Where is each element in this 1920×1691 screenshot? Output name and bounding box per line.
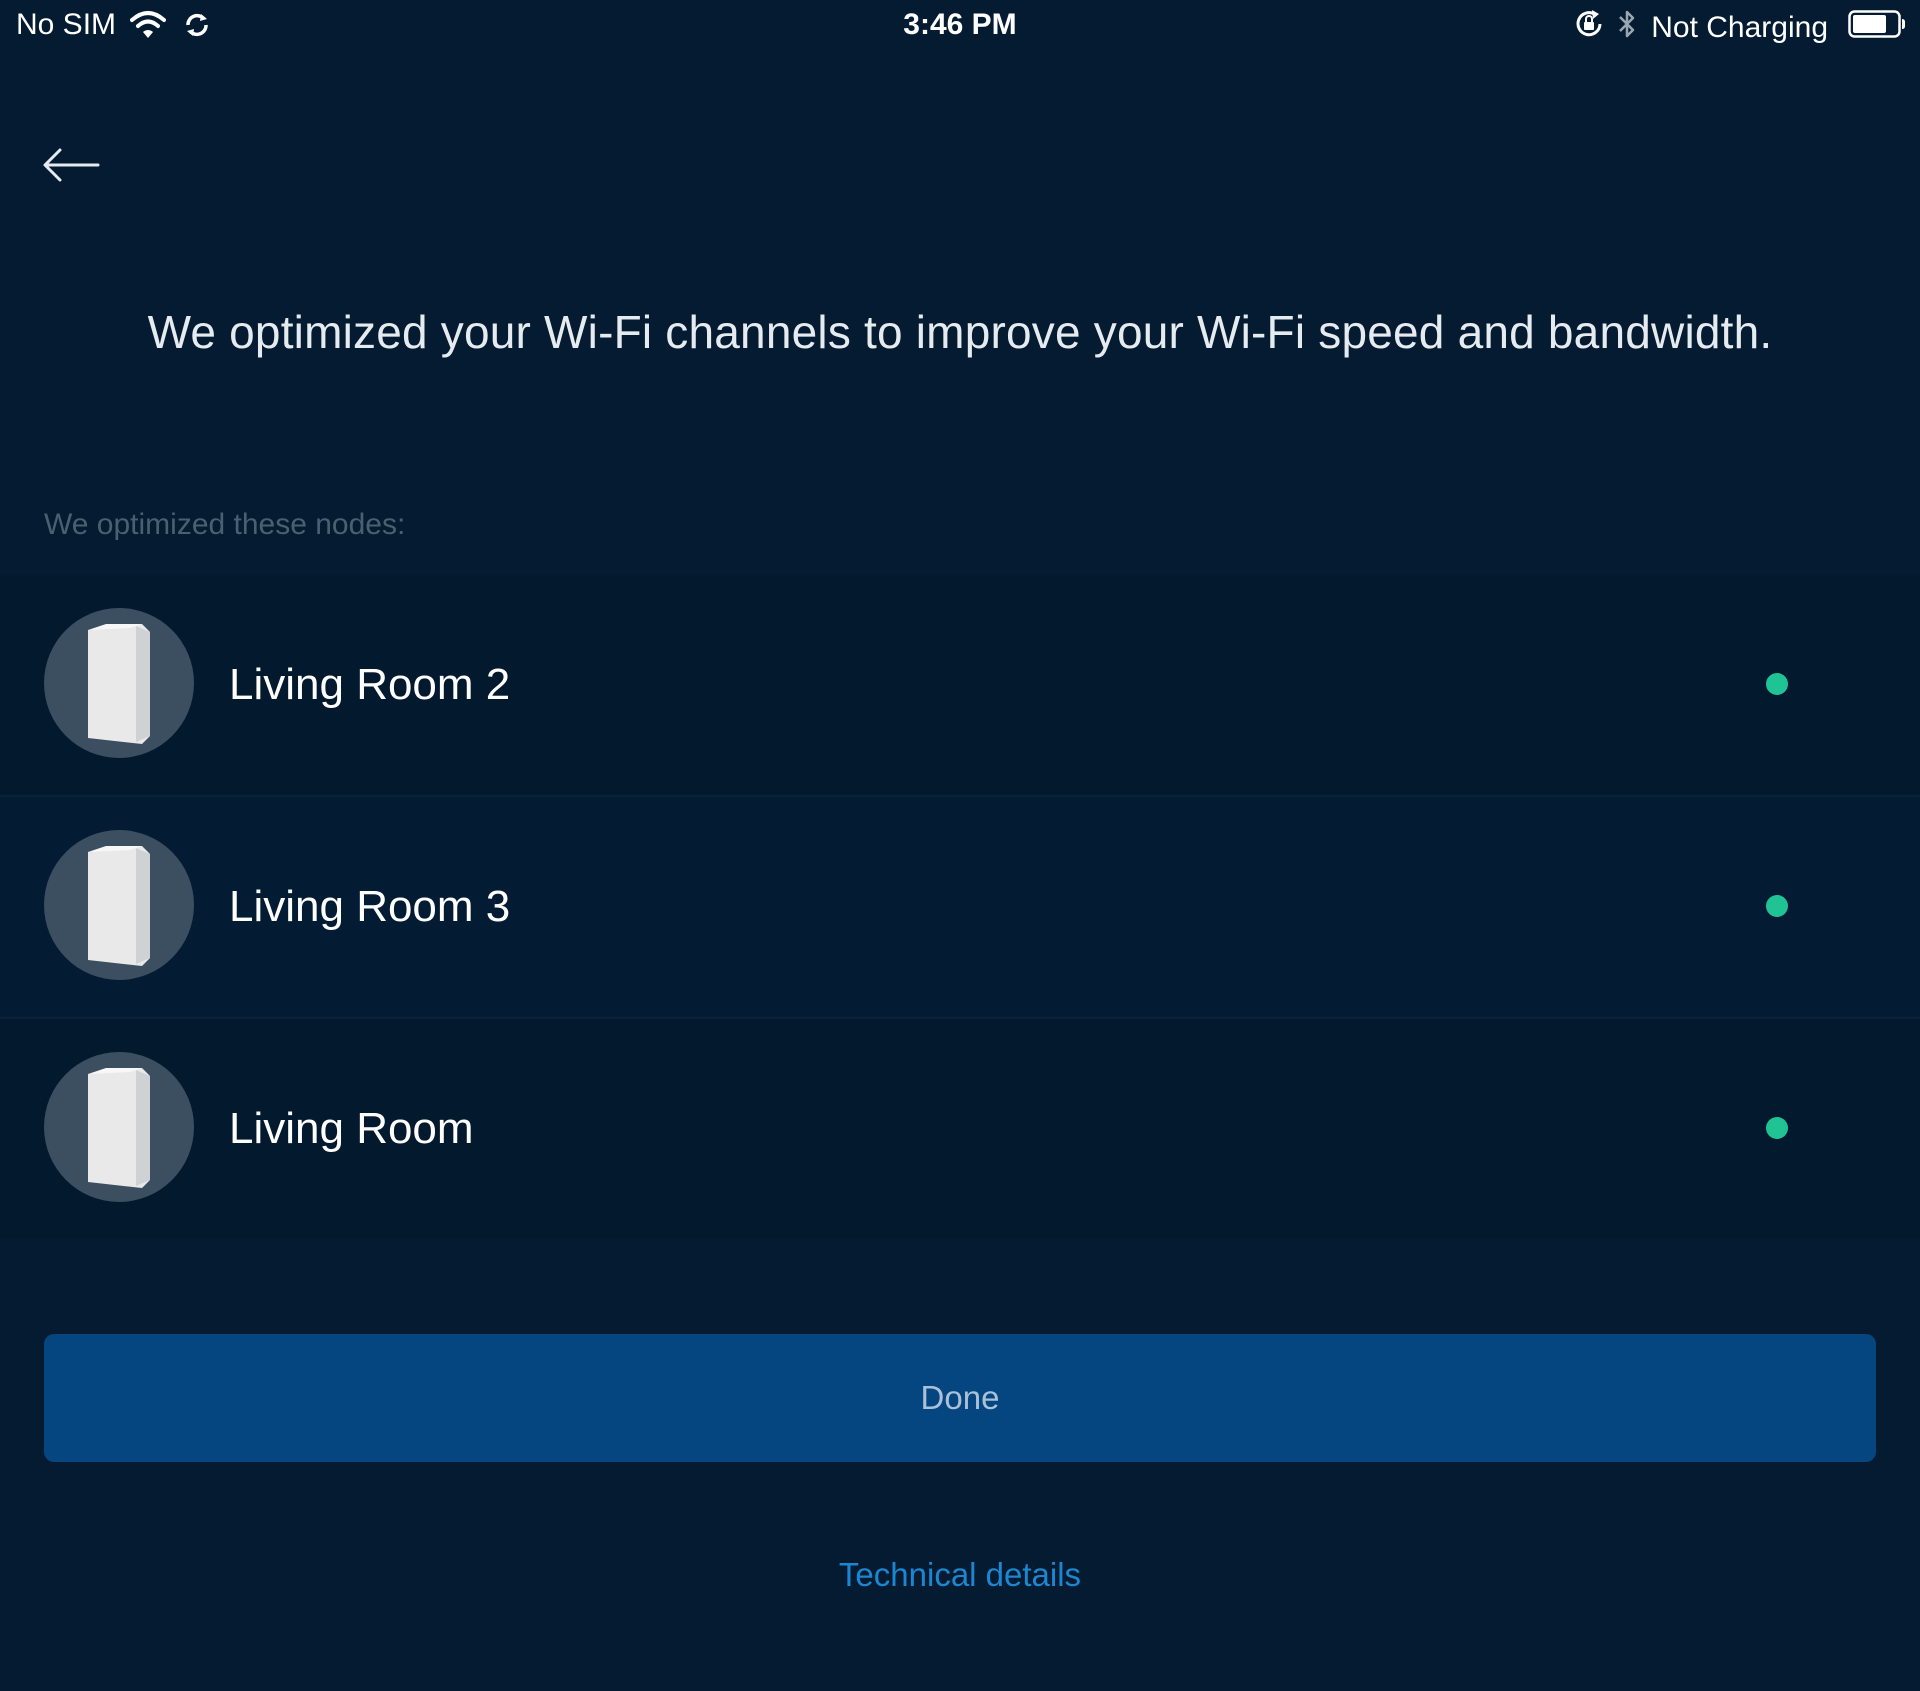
router-node-icon xyxy=(44,1052,194,1202)
done-button[interactable]: Done xyxy=(44,1334,1876,1462)
router-node-icon xyxy=(44,830,194,980)
node-name: Living Room xyxy=(229,1104,474,1153)
back-button[interactable] xyxy=(38,140,104,190)
battery-icon xyxy=(1848,10,1906,46)
bluetooth-icon xyxy=(1617,8,1637,48)
arrow-left-icon xyxy=(38,148,104,194)
node-row[interactable]: Living Room 3 xyxy=(0,797,1920,1019)
page-headline: We optimized your Wi-Fi channels to impr… xyxy=(147,306,1773,358)
nodes-caption: We optimized these nodes: xyxy=(44,508,406,541)
router-node-icon xyxy=(44,608,194,758)
node-status-indicator xyxy=(1766,673,1788,695)
rotation-lock-icon xyxy=(1573,8,1605,48)
technical-details-link[interactable]: Technical details xyxy=(0,1556,1920,1594)
node-row[interactable]: Living Room 2 xyxy=(0,575,1920,797)
node-status-indicator xyxy=(1766,895,1788,917)
charging-status: Not Charging xyxy=(1651,11,1828,44)
status-bar-right: Not Charging xyxy=(1573,8,1906,48)
node-list: Living Room 2 Living Room 3 Living Room xyxy=(0,575,1920,1239)
node-status-indicator xyxy=(1766,1117,1788,1139)
node-name: Living Room 2 xyxy=(229,660,511,709)
status-bar: No SIM 3:46 PM Not Charging xyxy=(0,0,1920,54)
node-name: Living Room 3 xyxy=(229,882,511,931)
node-row[interactable]: Living Room xyxy=(0,1019,1920,1239)
optimization-result-screen: No SIM 3:46 PM Not Charging We optimized… xyxy=(0,0,1920,1691)
